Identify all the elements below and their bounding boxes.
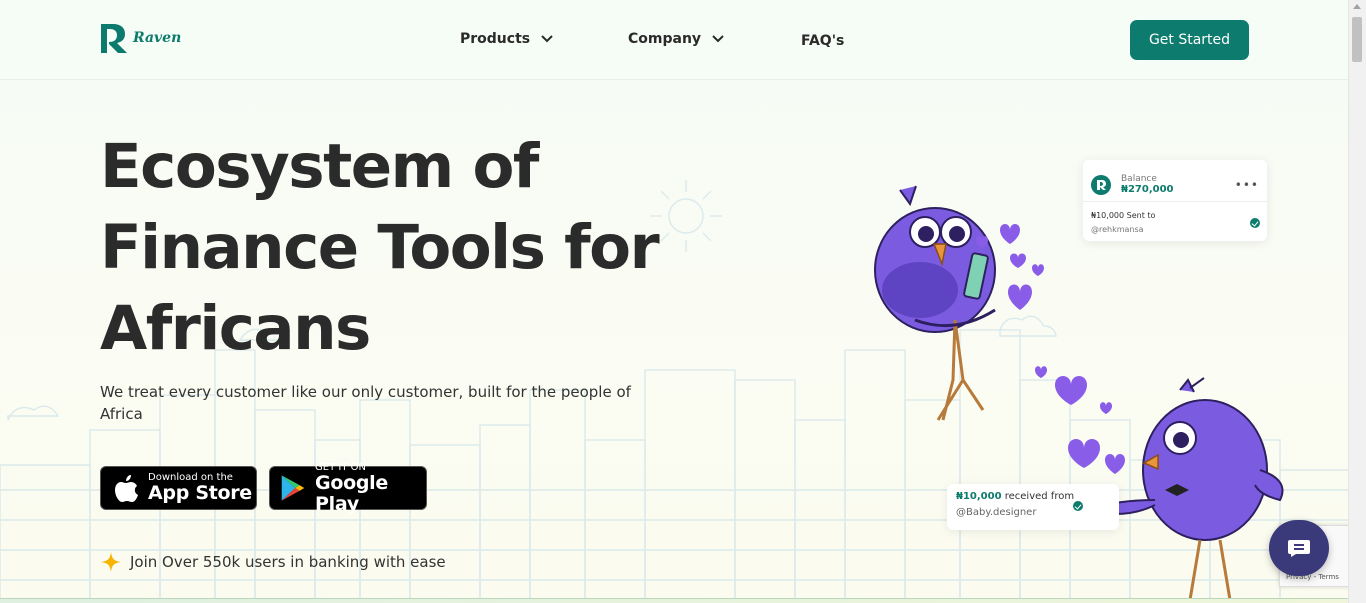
vertical-scrollbar[interactable] bbox=[1348, 0, 1366, 603]
check-icon bbox=[1250, 218, 1260, 228]
site-header: Raven Products Company FAQ's Get Started bbox=[0, 0, 1349, 80]
more-options-icon[interactable]: ••• bbox=[1235, 178, 1259, 192]
raven-logo-icon bbox=[1091, 174, 1111, 195]
balance-amount: ₦270,000 bbox=[1121, 184, 1174, 195]
chat-icon bbox=[1288, 540, 1310, 557]
app-store-button[interactable]: Download on the App Store bbox=[100, 466, 257, 510]
hero-title-line-2: Finance Tools for bbox=[100, 212, 660, 283]
nav-products[interactable]: Products bbox=[460, 31, 554, 47]
scroll-up-icon[interactable] bbox=[1353, 4, 1361, 9]
hero-title-line-1: Ecosystem of bbox=[100, 131, 539, 202]
google-play-icon bbox=[281, 475, 305, 501]
received-amount: ₦10,000 bbox=[956, 491, 1002, 502]
apple-icon bbox=[115, 475, 138, 502]
check-icon bbox=[1073, 501, 1083, 511]
hero-subtitle: We treat every customer like our only cu… bbox=[100, 383, 631, 423]
raven-logo-icon bbox=[101, 24, 127, 53]
balance-card-header: Balance ₦270,000 ••• bbox=[1083, 160, 1267, 202]
transaction-text: ₦10,000 Sent to bbox=[1091, 211, 1156, 220]
balance-label: Balance bbox=[1121, 174, 1157, 184]
app-store-big-text: App Store bbox=[148, 482, 252, 504]
google-play-small-text: GET IT ON bbox=[315, 461, 366, 473]
chat-button[interactable] bbox=[1269, 520, 1329, 576]
nav-company[interactable]: Company bbox=[628, 31, 725, 47]
scrollbar-thumb[interactable] bbox=[1352, 17, 1362, 62]
raven-logo[interactable]: Raven bbox=[99, 22, 181, 54]
users-stat: Join Over 550k users in banking with eas… bbox=[100, 551, 446, 573]
hero-title: Ecosystem of Finance Tools for Africans bbox=[100, 126, 740, 369]
bottom-divider bbox=[0, 598, 1349, 603]
get-started-button[interactable]: Get Started bbox=[1130, 20, 1249, 60]
users-stat-text: Join Over 550k users in banking with eas… bbox=[130, 553, 446, 571]
google-play-big-text: Google Play bbox=[315, 471, 388, 515]
received-handle: @Baby.designer bbox=[956, 507, 1037, 518]
page: Raven Products Company FAQ's Get Started… bbox=[0, 0, 1349, 603]
nav-faq-label: FAQ's bbox=[801, 33, 845, 49]
google-play-button[interactable]: GET IT ON Google Play bbox=[269, 462, 427, 514]
chevron-down-icon bbox=[712, 35, 724, 43]
balance-card: Balance ₦270,000 ••• ₦10,000 Sent to @re… bbox=[1083, 160, 1267, 241]
nav-products-label: Products bbox=[460, 31, 531, 47]
hero-title-line-3: Africans bbox=[100, 293, 371, 364]
sparkle-icon bbox=[101, 552, 121, 572]
chevron-down-icon bbox=[541, 35, 553, 43]
balance-transaction: ₦10,000 Sent to @rehkmansa bbox=[1083, 202, 1267, 244]
nav-company-label: Company bbox=[628, 31, 702, 47]
logo-text: Raven bbox=[133, 30, 182, 46]
transaction-handle: @rehkmansa bbox=[1091, 225, 1144, 234]
received-card: ₦10,000 received from @Baby.designer bbox=[947, 484, 1119, 530]
received-text: received from bbox=[1004, 491, 1075, 502]
nav-faq[interactable]: FAQ's bbox=[801, 33, 844, 49]
